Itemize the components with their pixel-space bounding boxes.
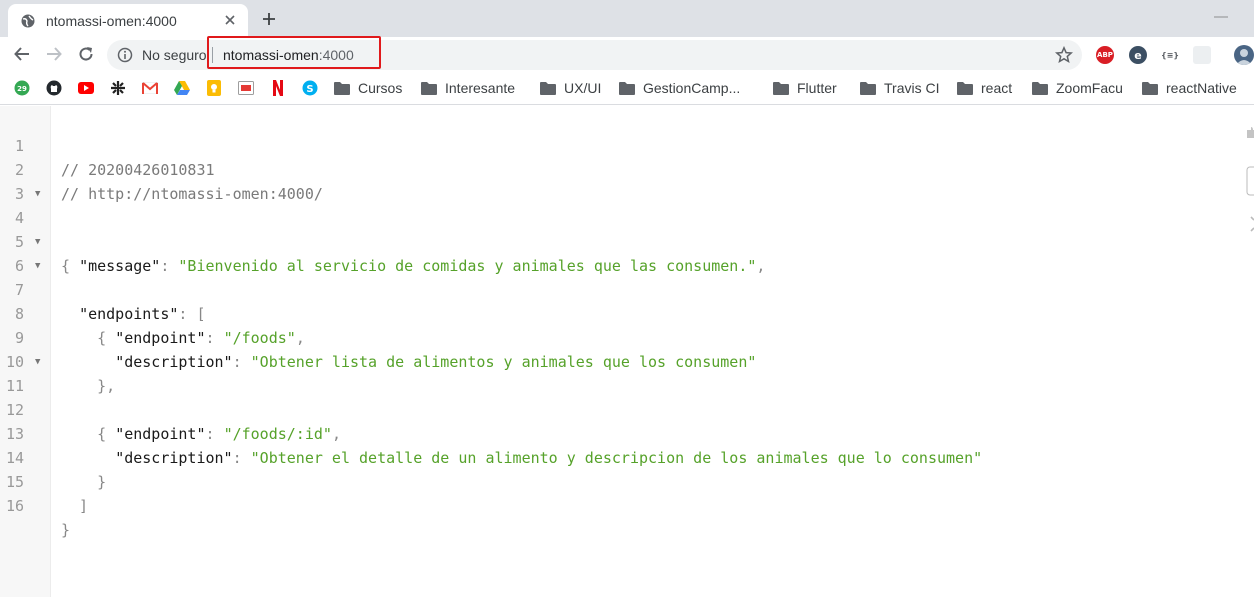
- fold-toggle-icon[interactable]: ▼: [35, 350, 40, 374]
- code-line-12: 12 "endpoint": "/foods/:id",: [5, 401, 341, 443]
- bookmark-label: react: [981, 80, 1013, 96]
- keep-icon[interactable]: [206, 80, 222, 96]
- folder-icon: [1032, 81, 1048, 95]
- svg-text:S: S: [306, 84, 313, 95]
- raw-toggle-icon[interactable]: [1243, 166, 1254, 196]
- folder-icon: [334, 81, 350, 95]
- utn-logo-icon[interactable]: [110, 80, 126, 96]
- browser-tab[interactable]: ntomassi-omen:4000: [8, 4, 248, 37]
- code-line-3: 3: [14, 185, 24, 203]
- code-line-13: 13 "description": "Obtener el detalle de…: [5, 425, 983, 467]
- bookmark-label: Flutter: [797, 80, 837, 96]
- arrow-left-icon: [14, 47, 29, 61]
- bookmark-label: Cursos: [358, 80, 403, 96]
- json-viewer-icon[interactable]: {≡}: [1161, 46, 1179, 64]
- folder-icon: [860, 81, 876, 95]
- bookmark-folder-react[interactable]: react: [957, 77, 1012, 99]
- bookmark-folder-zoomfacu[interactable]: ZoomFacu: [1032, 77, 1123, 99]
- svg-text:29: 29: [17, 85, 27, 93]
- bookmark-label: Interesante: [445, 80, 516, 96]
- code-line-11: 11 ▼ {: [0, 350, 1240, 443]
- close-icon[interactable]: [222, 12, 238, 28]
- gmail-icon[interactable]: [142, 80, 158, 96]
- folder-icon: [1142, 81, 1158, 95]
- code-line-1: 1 // 20200426010831: [0, 110, 1240, 179]
- bookmark-label: Travis CI: [884, 80, 940, 96]
- code-line-6: 6 ▼ "endpoints": [: [0, 230, 1240, 323]
- avatar[interactable]: [1234, 45, 1254, 65]
- bookmark-label: GestionCamp...: [643, 80, 741, 96]
- code-line-2: 2 // http://ntomassi-omen:4000/: [0, 134, 1240, 203]
- slides-icon[interactable]: [238, 80, 254, 96]
- url-highlight-box: [207, 36, 381, 69]
- code-line-15: 15 ]: [5, 473, 89, 515]
- minimize-button[interactable]: [1214, 16, 1228, 18]
- code-line-14: 14 }: [5, 449, 107, 491]
- folder-icon: [957, 81, 973, 95]
- bookmark-folder-cursos[interactable]: Cursos: [334, 77, 402, 99]
- calendar-29-icon[interactable]: 29: [14, 80, 30, 96]
- folder-icon: [773, 81, 789, 95]
- bookmark-folder-gestioncamp[interactable]: GestionCamp...: [619, 77, 740, 99]
- code-line-9: 9 "description": "Obtener lista de alime…: [14, 329, 757, 371]
- folder-icon: [540, 81, 556, 95]
- bookmark-star-icon[interactable]: [1055, 46, 1073, 64]
- new-tab-button[interactable]: [260, 10, 278, 28]
- code-line-16: 16 }: [5, 497, 71, 539]
- forward-button[interactable]: [43, 43, 65, 65]
- fold-toggle-icon[interactable]: ▼: [35, 230, 40, 254]
- code-line-5: 5 "message": "Bienvenido al servicio de …: [14, 233, 766, 275]
- bookmark-label: UX/UI: [564, 80, 602, 96]
- bookmark-label: reactNative: [1166, 80, 1237, 96]
- back-button[interactable]: [11, 43, 33, 65]
- json-viewer: 1 // 20200426010831 2 // http://ntomassi…: [0, 106, 1254, 597]
- skype-icon[interactable]: S: [302, 80, 318, 96]
- puzzle-icon[interactable]: [1243, 126, 1254, 148]
- fold-toggle-icon[interactable]: ▼: [35, 182, 40, 206]
- tab-strip: ntomassi-omen:4000: [0, 0, 1254, 37]
- code-line-4: 4 ▼ {: [0, 182, 1240, 275]
- netflix-icon[interactable]: [270, 80, 286, 96]
- bookmark-folder-flutter[interactable]: Flutter: [773, 77, 837, 99]
- fold-toggle-icon[interactable]: ▼: [35, 254, 40, 278]
- bookmark-folder-interesante[interactable]: Interesante: [421, 77, 515, 99]
- bookmark-label: ZoomFacu: [1056, 80, 1123, 96]
- globe-icon: [20, 13, 36, 29]
- info-icon[interactable]: [117, 47, 133, 63]
- folder-icon: [619, 81, 635, 95]
- toolbar: No seguro ntomassi-omen:4000 ABP e {≡}: [0, 37, 1254, 72]
- tab-title: ntomassi-omen:4000: [46, 12, 177, 29]
- folder-icon: [421, 81, 437, 95]
- bookmark-folder-travis-ci[interactable]: Travis CI: [860, 77, 939, 99]
- arrow-right-icon: [47, 47, 62, 61]
- code-line-10: 10 },: [5, 353, 116, 395]
- plus-icon: [263, 13, 275, 25]
- reload-button[interactable]: [75, 43, 97, 65]
- arrows-icon[interactable]: [1243, 214, 1254, 236]
- code-line-8: 8 "endpoint": "/foods",: [14, 305, 305, 347]
- security-status[interactable]: No seguro: [142, 47, 207, 63]
- google-drive-icon[interactable]: [174, 80, 190, 96]
- reload-icon: [79, 47, 93, 61]
- bookmark-folder-uxui[interactable]: UX/UI: [540, 77, 601, 99]
- bookmark-folder-reactnative[interactable]: reactNative: [1142, 77, 1237, 99]
- github-icon[interactable]: [46, 80, 62, 96]
- extension-e-icon[interactable]: e: [1129, 46, 1147, 64]
- extension-grid-icon[interactable]: [1193, 46, 1211, 64]
- youtube-icon[interactable]: [78, 80, 94, 96]
- adblock-plus-icon[interactable]: ABP: [1096, 46, 1114, 64]
- code-line-7: 7 ▼ {: [0, 254, 1240, 347]
- bookmarks-bar: 29 S Cursos Interesante UX/UI GestionCam…: [0, 72, 1254, 105]
